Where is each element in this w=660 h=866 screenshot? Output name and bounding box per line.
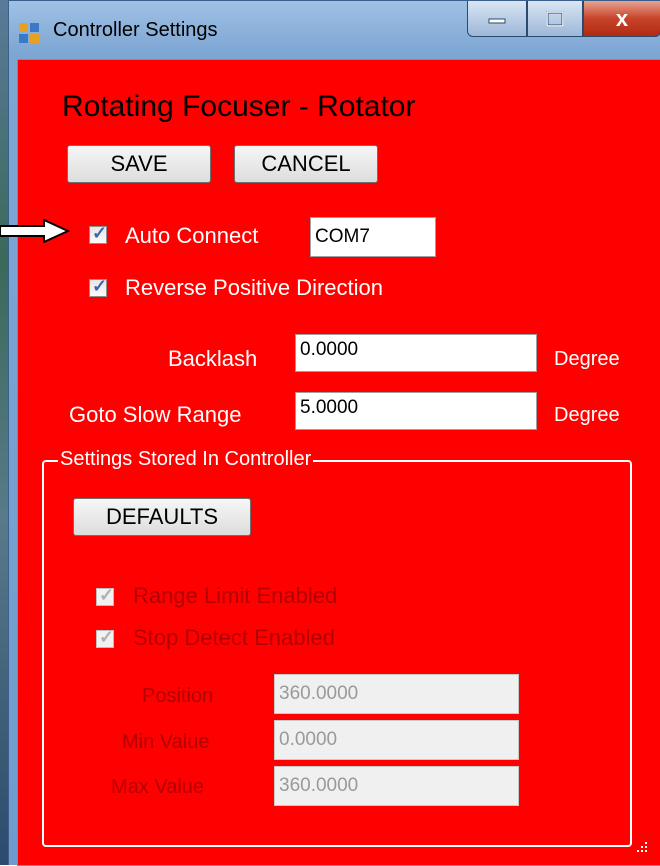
window-title: Controller Settings — [53, 19, 218, 41]
title-bar[interactable]: Controller Settings x — [9, 1, 660, 59]
close-icon: x — [615, 5, 629, 31]
cancel-button[interactable]: CANCEL — [234, 145, 378, 183]
maximize-button[interactable] — [527, 1, 583, 37]
backlash-unit: Degree — [554, 348, 620, 370]
auto-connect-label: Auto Connect — [125, 223, 259, 248]
checkmark-icon: ✓ — [99, 585, 115, 605]
max-value-label: Max Value — [111, 776, 205, 798]
stop-detect-label: Stop Detect Enabled — [133, 625, 335, 650]
range-limit-label: Range Limit Enabled — [133, 583, 338, 608]
range-limit-checkbox[interactable]: ✓ — [96, 585, 115, 606]
desktop-background-strip — [0, 0, 8, 865]
goto-slow-range-field[interactable]: 5.0000 — [295, 392, 537, 430]
min-value-field[interactable]: 0.0000 — [274, 720, 519, 760]
goto-slow-range-unit: Degree — [554, 404, 620, 426]
stop-detect-checkbox[interactable]: ✓ — [96, 627, 115, 648]
position-label: Position — [142, 685, 214, 707]
goto-slow-range-label: Goto Slow Range — [69, 402, 242, 427]
backlash-field[interactable]: 0.0000 — [295, 334, 537, 372]
arrow-right-icon — [0, 219, 70, 243]
defaults-button[interactable]: DEFAULTS — [73, 498, 251, 536]
resize-grip-icon[interactable] — [636, 841, 648, 853]
backlash-label: Backlash — [168, 346, 258, 371]
form-icon — [19, 23, 39, 43]
save-button[interactable]: SAVE — [67, 145, 211, 183]
reverse-direction-checkbox[interactable]: ✓ — [89, 276, 108, 297]
checkmark-icon: ✓ — [92, 223, 108, 243]
checkmark-icon: ✓ — [92, 276, 108, 296]
minimize-button[interactable] — [467, 1, 527, 37]
checkmark-icon: ✓ — [99, 627, 115, 647]
maximize-icon — [546, 10, 564, 27]
com-port-field[interactable]: COM7 — [310, 217, 436, 257]
position-field[interactable]: 360.0000 — [274, 674, 519, 714]
minimize-icon — [488, 18, 506, 23]
max-value-field[interactable]: 360.0000 — [274, 766, 519, 806]
min-value-label: Min Value — [122, 731, 210, 753]
groupbox-title: Settings Stored In Controller — [58, 448, 314, 471]
reverse-direction-label: Reverse Positive Direction — [125, 275, 383, 300]
close-button[interactable]: x — [583, 1, 660, 37]
page-title: Rotating Focuser - Rotator — [62, 90, 416, 123]
auto-connect-checkbox[interactable]: ✓ — [89, 223, 108, 244]
